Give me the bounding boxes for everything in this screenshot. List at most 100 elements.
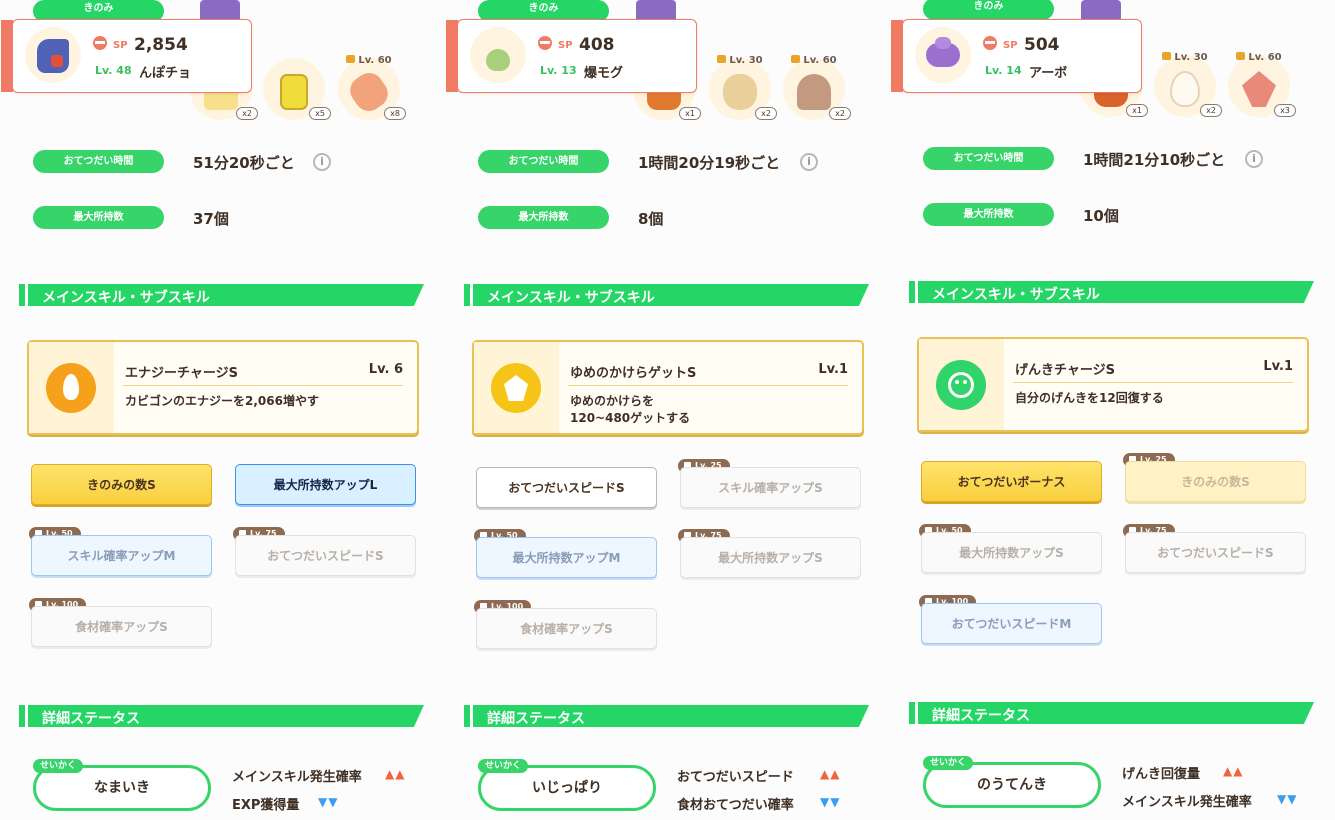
pokemon-panel-2: きのみ x1 Lv. 30 x2 Lv. 60 x2 SP 408 Lv. 13… [445,0,890,820]
main-skill-card[interactable]: げんきチャージS Lv.1 自分のげんきを12回復する [917,337,1309,432]
nature-effect-label: げんき回復量 [1122,767,1201,782]
pokemon-level: Lv. 13 [540,64,577,77]
main-skill-name: ゆめのかけらゲットS [570,366,697,381]
pokemon-panel-3: きのみ x1 Lv. 30 x2 Lv. 60 x3 SP 504 Lv. 14 [890,0,1335,820]
details-section-header: 詳細ステータス [464,705,869,727]
nature-tag: せいかく [923,756,974,770]
subskill-button[interactable]: きのみの数S [31,464,212,505]
section-title: 詳細ステータス [487,711,585,727]
help-time-value: 1時間21分10秒ごと [1083,151,1226,169]
up-arrows-icon: ▲▲ [820,767,841,781]
sprout-icon [470,27,526,83]
main-skill-description: カビゴンのエナジーを2,066増やす [125,394,319,408]
pokemon-card[interactable]: SP 408 Lv. 13 爆モグ [446,19,697,93]
subskill-button[interactable]: 最大所持数アップL [235,464,416,505]
ingredient-unlock-level: Lv. 60 [1228,52,1290,63]
garchomp-icon [25,27,81,83]
ingredient-unlock-level: Lv. 30 [1154,52,1216,63]
pokemon-name: 爆モグ [584,66,624,81]
nature-tag: せいかく [33,759,84,773]
max-carry-value: 37個 [193,210,229,228]
info-icon[interactable]: i [1245,150,1263,168]
main-skill-level: Lv.1 [818,362,848,377]
subskill-button-locked[interactable]: おてつだいスピードS [235,535,416,576]
help-time-label: おてつだい時間 [923,147,1054,170]
subskill-button-locked[interactable]: 食材確率アップS [31,606,212,647]
down-arrows-icon: ▼▼ [1277,792,1298,806]
up-arrows-icon: ▲▲ [1223,764,1244,778]
ingredient-count: x2 [236,107,258,120]
main-skill-description: ゆめのかけらを 120~480ゲットする [570,394,691,425]
ingredient-count: x5 [309,107,331,120]
down-arrows-icon: ▼▼ [318,795,339,809]
section-title: 詳細ステータス [932,708,1030,724]
subskill-button[interactable]: おてつだいボーナス [921,461,1102,502]
ekans-icon [915,27,971,83]
skills-section-header: メインスキル・サブスキル [19,284,424,306]
soybean-icon [723,74,757,110]
ingredient-unlock-level: Lv. 60 [338,55,400,66]
ingredient-slot[interactable]: Lv. 60 x2 [783,55,851,120]
nature-effect-label: 食材おてつだい確率 [677,798,794,813]
sp-icon [983,36,997,50]
pokemon-name: んぽチョ [139,66,192,81]
sp-label: SP [113,40,128,51]
main-skill-level: Lv.1 [1263,359,1293,374]
nature-effect-label: メインスキル発生確率 [232,770,362,785]
subskill-button-locked[interactable]: 最大所持数アップS [921,532,1102,573]
ingredient-unlock-level: Lv. 30 [709,55,771,66]
ingredient-slot[interactable]: Lv. 30 x2 [1154,52,1222,117]
ingredient-count: x1 [679,107,701,120]
ingredient-slot[interactable]: x5 [263,58,331,120]
pokemon-card[interactable]: SP 504 Lv. 14 アーボ [891,19,1142,93]
help-time-value: 1時間20分19秒ごと [638,154,781,172]
sp-icon [93,36,107,50]
main-skill-name: エナジーチャージS [125,366,238,381]
card-accent [446,20,458,92]
subskill-button-locked[interactable]: 食材確率アップS [476,608,657,649]
skills-section-header: メインスキル・サブスキル [909,281,1314,303]
berry-label: きのみ [923,0,1054,20]
nature-tag: せいかく [478,759,529,773]
main-skill-card[interactable]: エナジーチャージS Lv. 6 カビゴンのエナジーを2,066増やす [27,340,419,435]
pokemon-name: アーボ [1029,66,1068,81]
up-arrows-icon: ▲▲ [385,767,406,781]
sp-icon [538,36,552,50]
subskill-button-locked[interactable]: スキル確率アップM [31,535,212,576]
ingredient-count: x1 [1126,104,1148,117]
section-title: メインスキル・サブスキル [932,287,1100,303]
subskill-button-locked[interactable]: きのみの数S [1125,461,1306,502]
help-time-label: おてつだい時間 [478,150,609,173]
card-accent [1,20,13,92]
down-arrows-icon: ▼▼ [820,795,841,809]
main-skill-name: げんきチャージS [1015,363,1115,378]
subskill-button-locked[interactable]: 最大所持数アップM [476,537,657,578]
info-icon[interactable]: i [313,153,331,171]
ingredient-slot[interactable]: Lv. 60 x8 [338,55,406,120]
main-skill-card[interactable]: ゆめのかけらゲットS Lv.1 ゆめのかけらを 120~480ゲットする [472,340,864,435]
skills-section-header: メインスキル・サブスキル [464,284,869,306]
pokemon-panel-1: きのみ x2 x5 Lv. 60 x8 SP 2,854 Lv. 48 んぽチョ [0,0,445,820]
subskill-button-locked[interactable]: おてつだいスピードM [921,603,1102,644]
max-carry-label: 最大所持数 [478,206,609,229]
pokemon-card[interactable]: SP 2,854 Lv. 48 んぽチョ [1,19,252,93]
info-icon[interactable]: i [800,153,818,171]
subskill-button-locked[interactable]: おてつだいスピードS [1125,532,1306,573]
oil-bottle-icon [280,74,308,110]
subskill-button-locked[interactable]: スキル確率アップS [680,467,861,508]
main-skill-level: Lv. 6 [368,362,403,377]
ingredient-slot[interactable]: Lv. 30 x2 [709,55,777,120]
subskill-button[interactable]: おてつだいスピードS [476,467,657,508]
card-accent [891,20,903,92]
max-carry-label: 最大所持数 [33,206,164,229]
help-time-label: おてつだい時間 [33,150,164,173]
subskill-button-locked[interactable]: 最大所持数アップS [680,537,861,578]
pokemon-level: Lv. 48 [95,64,132,77]
sp-value: 504 [1024,35,1060,55]
ingredient-slot[interactable]: Lv. 60 x3 [1228,52,1296,117]
details-section-header: 詳細ステータス [19,705,424,727]
nature-effect-label: EXP獲得量 [232,798,300,813]
ingredient-count: x3 [1274,104,1296,117]
mushroom-icon [797,74,831,110]
section-title: メインスキル・サブスキル [487,290,655,306]
